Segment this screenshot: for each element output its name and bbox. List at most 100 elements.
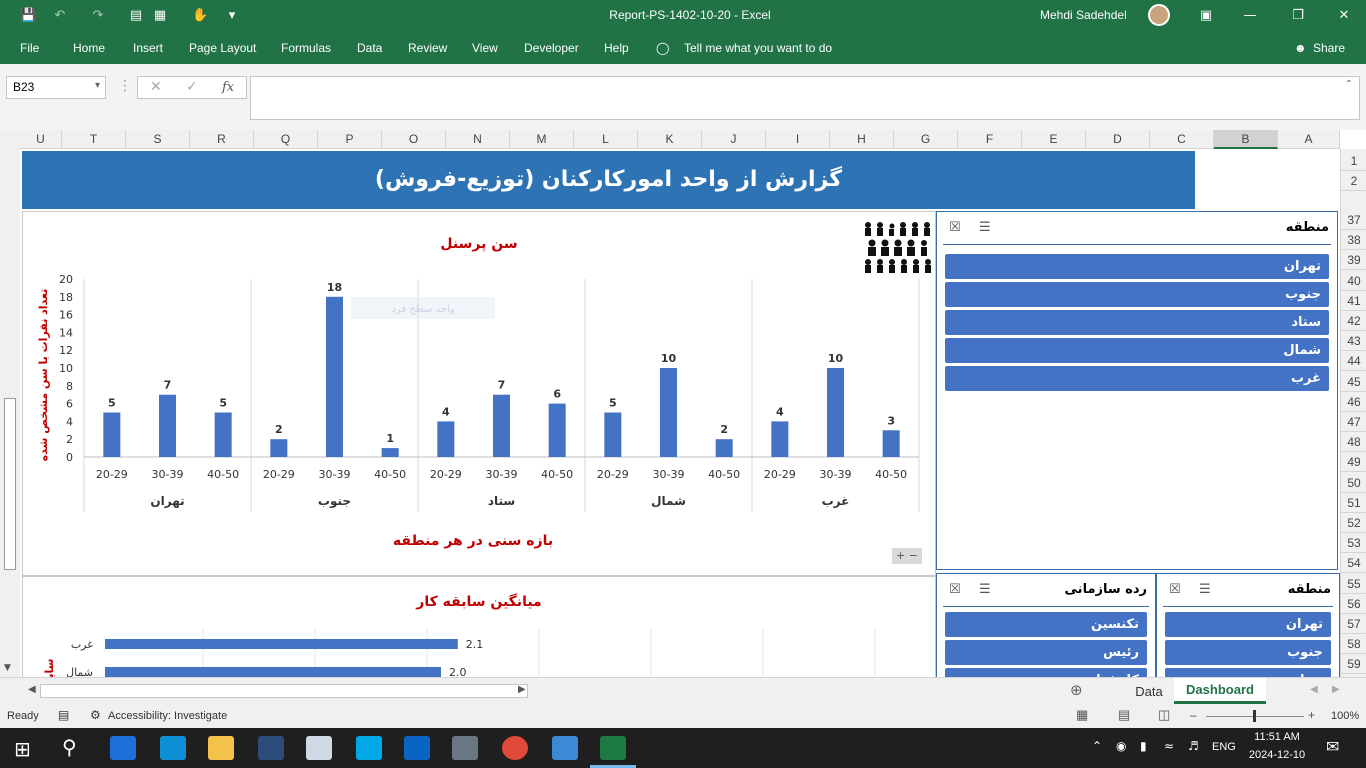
app-icon[interactable] [552, 736, 578, 760]
slicer-item[interactable]: ستاد [1165, 668, 1331, 677]
bar[interactable] [715, 439, 733, 457]
vertical-scrollbar[interactable]: ▼ [0, 130, 20, 678]
tab-home[interactable]: Home [73, 41, 105, 55]
column-header[interactable]: U [20, 130, 62, 149]
undo-icon[interactable]: ↶ [52, 8, 68, 24]
tab-formulas[interactable]: Formulas [281, 41, 331, 55]
region-slicer[interactable]: ☒ ☰ منطقه تهران جنوب ستاد شمال غرب [936, 211, 1338, 570]
chevron-down-icon[interactable]: ▾ [95, 80, 100, 91]
column-header[interactable]: H [830, 130, 894, 149]
region-slicer-2[interactable]: ☒ ☰ منطقه تهران جنوب ستاد [1156, 573, 1340, 677]
slicer-item[interactable]: ستاد [945, 310, 1329, 335]
zoom-slider-thumb[interactable] [1253, 710, 1256, 722]
ribbon-display-icon[interactable]: ▣ [1198, 8, 1214, 24]
column-header[interactable]: I [766, 130, 830, 149]
outlook-icon[interactable] [404, 736, 430, 760]
file-explorer-icon[interactable] [208, 736, 234, 760]
prev-sheet-icon[interactable]: ◀ [1310, 684, 1318, 695]
column-header[interactable]: C [1150, 130, 1214, 149]
volume-icon[interactable]: ♬ [1188, 739, 1199, 753]
print-preview-icon[interactable]: ▤ [128, 8, 144, 24]
column-header[interactable]: O [382, 130, 446, 149]
column-header[interactable]: E [1022, 130, 1086, 149]
expand-collapse-buttons[interactable]: + − [892, 548, 922, 564]
row-header[interactable]: 48 [1341, 432, 1366, 453]
bar[interactable] [105, 639, 458, 649]
tab-help[interactable]: Help [604, 41, 629, 55]
bar[interactable] [493, 394, 510, 457]
row-header[interactable]: 2 [1341, 171, 1366, 191]
row-header[interactable]: 57 [1341, 614, 1366, 634]
scroll-left-icon[interactable]: ◀ [28, 684, 36, 695]
multi-select-icon[interactable]: ☒ [949, 220, 961, 235]
bar[interactable] [437, 421, 455, 457]
row-header[interactable]: 41 [1341, 291, 1366, 311]
row-header[interactable]: 55 [1341, 574, 1366, 594]
name-box[interactable]: B23 ▾ [6, 76, 106, 99]
slicer-item[interactable]: شمال [945, 338, 1329, 363]
bar[interactable] [548, 403, 566, 457]
row-header[interactable]: 42 [1341, 311, 1366, 331]
tenure-chart-panel[interactable]: میانگین سابقه کار سابق غرب 2.1 شمال 2.0 [22, 576, 936, 677]
page-break-view-icon[interactable]: ◫ [1158, 707, 1170, 723]
row-header[interactable]: 54 [1341, 553, 1366, 574]
bar[interactable] [159, 394, 176, 457]
row-header[interactable]: 47 [1341, 412, 1366, 432]
redo-icon[interactable]: ↷ [90, 8, 106, 24]
next-sheet-icon[interactable]: ▶ [1332, 684, 1340, 695]
tab-data-sheet[interactable]: Data [1128, 684, 1170, 699]
column-header[interactable]: L [574, 130, 638, 149]
horizontal-scrollbar[interactable] [40, 684, 528, 698]
row-header[interactable]: 53 [1341, 533, 1366, 554]
bar[interactable] [660, 368, 677, 457]
column-header[interactable]: B [1214, 130, 1278, 149]
row-header[interactable]: 38 [1341, 230, 1366, 251]
row-header[interactable]: 43 [1341, 331, 1366, 352]
row-header[interactable]: 58 [1341, 634, 1366, 655]
tab-file[interactable]: File [20, 41, 39, 55]
column-header[interactable]: G [894, 130, 958, 149]
clear-filter-icon[interactable]: ☰ [979, 582, 991, 597]
column-header[interactable]: S [126, 130, 190, 149]
slicer-item[interactable]: کارشناس [945, 668, 1147, 677]
bar[interactable] [827, 368, 844, 457]
org-level-slicer[interactable]: ☒ ☰ رده سازمانی تکنسین رئیس کارشناس [936, 573, 1156, 677]
page-layout-view-icon[interactable]: ▤ [1118, 707, 1130, 723]
bar[interactable] [381, 448, 399, 457]
column-header[interactable]: N [446, 130, 510, 149]
bar[interactable] [882, 430, 900, 457]
column-header[interactable]: Q [254, 130, 318, 149]
row-header[interactable]: 39 [1341, 250, 1366, 271]
scrollbar-thumb[interactable] [4, 398, 16, 570]
wifi-icon[interactable]: ≈ [1164, 739, 1174, 753]
row-header[interactable]: 44 [1341, 351, 1366, 372]
tab-data[interactable]: Data [357, 41, 382, 55]
slicer-item[interactable]: تکنسین [945, 612, 1147, 637]
slicer-item[interactable]: غرب [945, 366, 1329, 391]
app-icon[interactable] [258, 736, 284, 760]
tray-chevron-icon[interactable]: ⌃ [1092, 739, 1102, 753]
battery-icon[interactable]: ▮ [1140, 739, 1147, 753]
restore-icon[interactable]: ❐ [1290, 8, 1306, 24]
insert-function-icon[interactable]: fx [222, 80, 234, 95]
tray-app-icon[interactable]: ◉ [1116, 739, 1126, 753]
column-header[interactable]: J [702, 130, 766, 149]
row-header[interactable]: 59 [1341, 654, 1366, 675]
column-header[interactable]: A [1278, 130, 1340, 149]
tab-developer[interactable]: Developer [524, 41, 579, 55]
macro-record-icon[interactable]: ▤ [58, 708, 69, 722]
row-header[interactable]: 46 [1341, 392, 1366, 412]
zoom-in-icon[interactable]: + [1308, 708, 1315, 722]
clock-time[interactable]: 11:51 AM [1248, 731, 1306, 743]
row-header[interactable]: 56 [1341, 594, 1366, 614]
tell-me-search[interactable]: Tell me what you want to do [684, 41, 832, 55]
clock-date[interactable]: 2024-12-10 [1244, 749, 1310, 761]
slicer-item[interactable]: تهران [945, 254, 1329, 279]
tab-view[interactable]: View [472, 41, 498, 55]
tab-page-layout[interactable]: Page Layout [189, 41, 256, 55]
tab-dashboard-sheet[interactable]: Dashboard [1174, 678, 1266, 704]
bar[interactable] [326, 296, 343, 457]
row-header[interactable]: 1 [1341, 151, 1366, 171]
chrome-icon[interactable] [502, 736, 528, 760]
row-header[interactable]: 40 [1341, 271, 1366, 291]
